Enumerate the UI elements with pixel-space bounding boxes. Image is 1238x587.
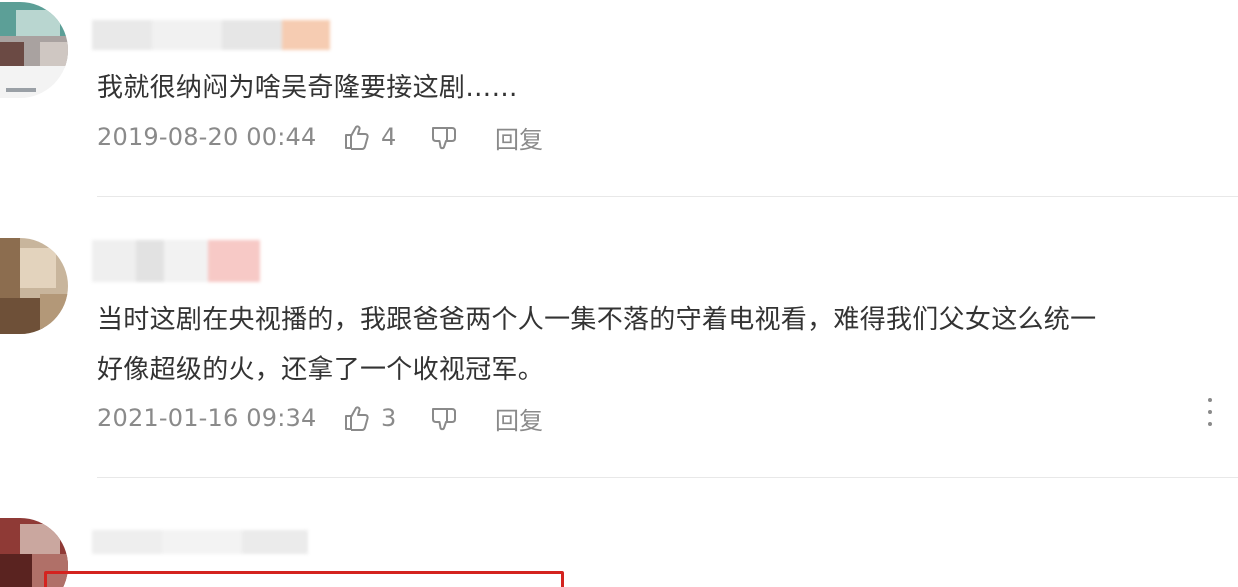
like-count: 3 <box>381 404 397 432</box>
comment-text-line2: 好像超级的火，还拿了一个收视冠军。 <box>97 355 545 385</box>
comment-date: 2021-01-16 09:34 <box>97 404 317 432</box>
divider <box>97 196 1238 197</box>
avatar[interactable] <box>0 238 68 334</box>
reply-button[interactable]: 回复 <box>495 120 543 155</box>
thumbs-up-icon[interactable] <box>341 403 371 433</box>
thumbs-down-icon[interactable] <box>429 403 459 433</box>
username[interactable] <box>92 240 260 282</box>
reply-button[interactable]: 回复 <box>495 401 543 436</box>
thumbs-down-icon[interactable] <box>429 122 459 152</box>
more-vertical-icon[interactable] <box>1205 398 1215 426</box>
username[interactable] <box>92 20 332 50</box>
username[interactable] <box>92 530 308 554</box>
highlight-box <box>44 571 564 587</box>
comment-date: 2019-08-20 00:44 <box>97 123 317 151</box>
comment-text: 我就很纳闷为啥吴奇隆要接这剧…… <box>97 73 518 103</box>
like-count: 4 <box>381 123 397 151</box>
thumbs-up-icon[interactable] <box>341 122 371 152</box>
divider <box>97 477 1238 478</box>
comment-list: 我就很纳闷为啥吴奇隆要接这剧…… 2019-08-20 00:44 4 回复 当… <box>0 0 1238 587</box>
comment-meta: 2021-01-16 09:34 3 回复 <box>97 398 543 438</box>
comment-text-line1: 当时这剧在央视播的，我跟爸爸两个人一集不落的守着电视看，难得我们父女这么统一 <box>97 305 1097 335</box>
comment-meta: 2019-08-20 00:44 4 回复 <box>97 117 543 157</box>
avatar[interactable] <box>0 2 68 98</box>
